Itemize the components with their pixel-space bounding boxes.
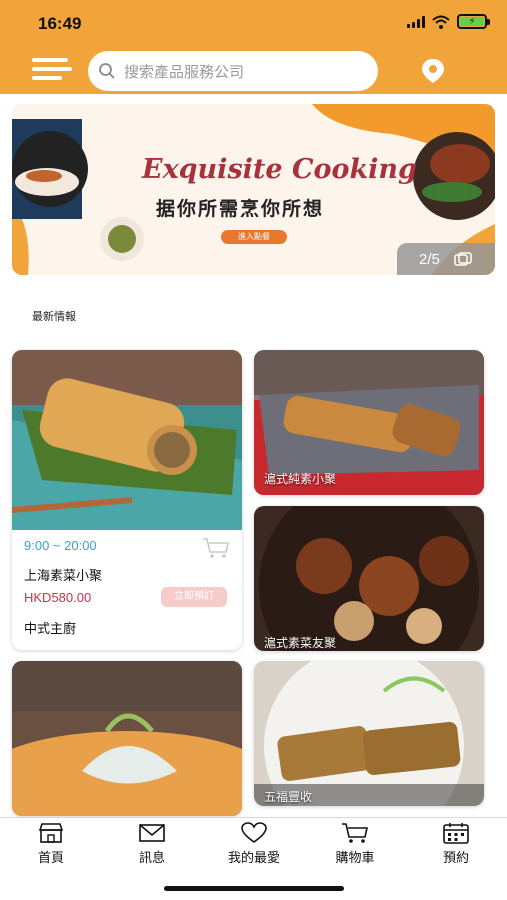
product-price: HKD580.00 — [24, 590, 92, 605]
gallery-icon — [454, 252, 472, 266]
business-hours: 9:00 ~ 20:00 — [24, 538, 97, 553]
tab-favorites[interactable]: 我的最愛 — [219, 822, 289, 866]
product-category: 中式主廚 — [24, 622, 77, 637]
product-card[interactable]: 滬式純素小聚 — [254, 350, 484, 495]
banner-subtitle: 据你所需烹你所想 — [156, 198, 325, 220]
product-image — [12, 350, 242, 530]
product-image — [12, 661, 242, 816]
heart-icon — [241, 822, 267, 843]
product-card[interactable] — [12, 661, 242, 816]
banner-page-counter: 2/5 — [397, 243, 495, 275]
product-card[interactable]: 五福豐收 — [254, 661, 484, 806]
tab-label: 購物車 — [335, 851, 375, 866]
banner-counter-text: 2/5 — [419, 250, 440, 268]
tab-label: 首頁 — [37, 851, 64, 866]
mail-icon — [139, 824, 165, 842]
status-time: 16:49 — [38, 14, 82, 33]
status-icons: ⚡ — [407, 14, 490, 29]
product-label: 滬式素菜友聚 — [264, 636, 337, 650]
search-input[interactable]: 搜索產品服務公司 — [88, 51, 378, 91]
location-pin-icon[interactable] — [419, 57, 447, 85]
search-placeholder: 搜索產品服務公司 — [124, 62, 245, 81]
product-label: 五福豐收 — [264, 790, 313, 804]
tab-home[interactable]: 首頁 — [16, 822, 86, 866]
menu-button[interactable] — [32, 58, 72, 84]
battery-icon: ⚡ — [457, 14, 490, 29]
banner-title: Exquisite Cooking — [142, 154, 417, 185]
app-header: 16:49 ⚡ 搜索產品服務公司 — [0, 0, 507, 94]
home-indicator — [164, 886, 344, 891]
tab-cart[interactable]: 購物車 — [320, 822, 390, 866]
tab-label: 訊息 — [138, 851, 165, 866]
product-name: 上海素菜小聚 — [24, 569, 103, 584]
product-card-featured[interactable]: 9:00 ~ 20:00 上海素菜小聚 HKD580.00 立即預訂 中式主廚 — [12, 350, 242, 650]
add-to-cart-icon[interactable] — [202, 537, 230, 559]
wifi-icon — [432, 15, 450, 29]
tab-label: 預約 — [442, 851, 469, 866]
tab-booking[interactable]: 預約 — [421, 822, 491, 866]
search-icon — [99, 63, 115, 79]
cart-icon — [342, 823, 368, 843]
product-card[interactable]: 滬式素菜友聚 — [254, 506, 484, 651]
section-title-news: 最新情報 — [32, 310, 76, 323]
banner-order-button[interactable]: 進入點餐 — [221, 230, 287, 244]
product-label: 滬式純素小聚 — [264, 472, 337, 486]
signal-icon — [407, 15, 425, 28]
promo-banner[interactable]: Exquisite Cooking 据你所需烹你所想 進入點餐 2/5 — [12, 104, 495, 275]
tab-label: 我的最愛 — [227, 851, 280, 866]
store-icon — [38, 823, 64, 843]
product-image — [254, 506, 484, 651]
order-now-button[interactable]: 立即預訂 — [161, 587, 227, 607]
calendar-icon — [443, 823, 469, 844]
tab-messages[interactable]: 訊息 — [117, 822, 187, 866]
